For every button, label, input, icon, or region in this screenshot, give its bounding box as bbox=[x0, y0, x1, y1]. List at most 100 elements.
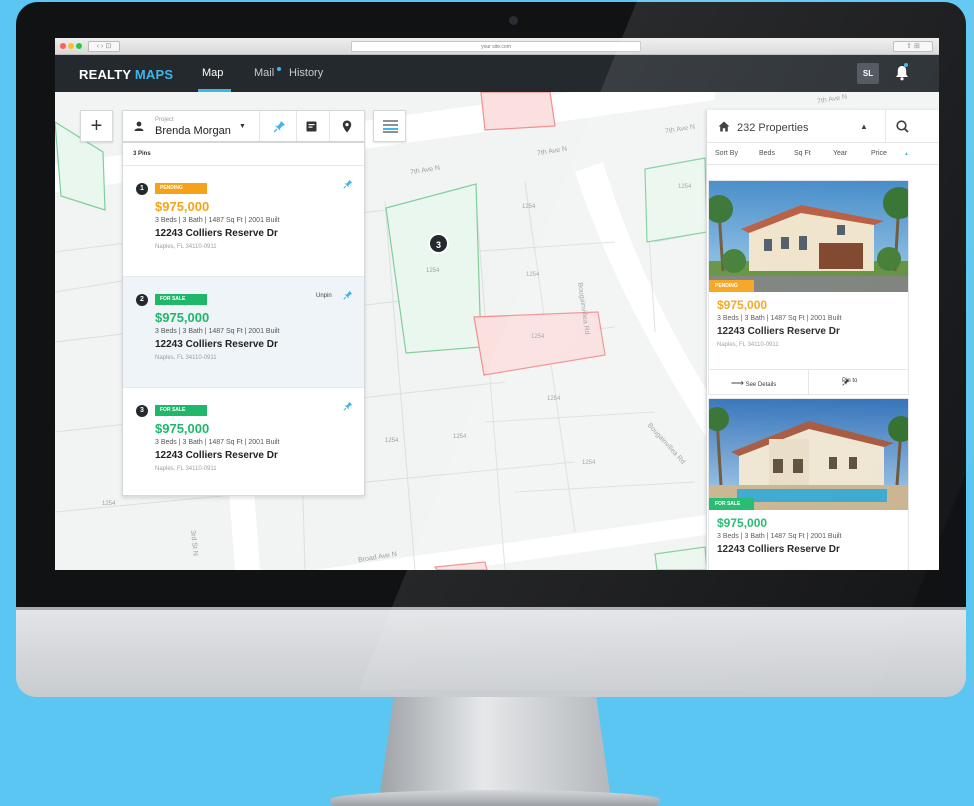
property-address: 12243 Colliers Reserve Dr bbox=[717, 326, 840, 337]
pin-card-1[interactable]: 1 PENDING $975,000 3 Beds | 3 Bath | 148… bbox=[123, 165, 364, 276]
notification-dot bbox=[904, 63, 908, 67]
property-price: $975,000 bbox=[717, 298, 768, 312]
property-actions: ⟶ See Details Pin to bbox=[709, 369, 908, 394]
parcel-label: 1254 bbox=[582, 460, 596, 466]
pin-number: 2 bbox=[136, 294, 148, 306]
monitor-chin-edge bbox=[16, 607, 966, 610]
search-button[interactable] bbox=[885, 110, 918, 143]
chevron-down-icon[interactable]: ▼ bbox=[239, 123, 246, 130]
pin-price: $975,000 bbox=[155, 421, 210, 436]
parcel-label: 1254 bbox=[453, 434, 467, 440]
map-marker-3[interactable]: 3 bbox=[428, 233, 449, 254]
project-name: Brenda Morgan bbox=[155, 125, 231, 137]
pin-price: $975,000 bbox=[155, 199, 210, 214]
status-badge: PENDING bbox=[155, 183, 207, 194]
arrow-right-icon: ⟶ bbox=[731, 378, 744, 388]
monitor-stand bbox=[380, 697, 610, 793]
url-bar[interactable]: your site.com bbox=[351, 41, 641, 52]
status-badge: FOR SALE bbox=[155, 294, 207, 305]
screen: ‹ › ⊡ your site.com ⇪ ⊞ REALTY MAPS Map … bbox=[55, 38, 939, 570]
see-details-button[interactable]: ⟶ See Details bbox=[731, 378, 776, 389]
logo-main: REALTY bbox=[79, 67, 132, 82]
sort-beds[interactable]: Beds bbox=[759, 150, 775, 157]
monitor-stand-foot bbox=[330, 790, 660, 806]
parcel-label: 1254 bbox=[522, 204, 536, 210]
pin-address: 12243 Colliers Reserve Dr bbox=[155, 450, 278, 461]
pin-city: Naples, FL 34110-0911 bbox=[155, 466, 217, 472]
pin-to-button[interactable]: Pin to bbox=[842, 378, 857, 386]
pin-specs: 3 Beds | 3 Bath | 1487 Sq Ft | 2001 Buil… bbox=[155, 328, 280, 335]
properties-header: 232 Properties ▲ bbox=[707, 110, 939, 143]
bell-icon[interactable] bbox=[895, 65, 909, 86]
property-specs: 3 Beds | 3 Bath | 1487 Sq Ft | 2001 Buil… bbox=[717, 315, 842, 322]
property-photo[interactable] bbox=[709, 181, 908, 292]
monitor-chin bbox=[16, 607, 966, 697]
properties-panel: 232 Properties ▲ Sort By Beds Sq Ft Year… bbox=[706, 110, 939, 570]
pins-count: 3 Pins bbox=[133, 151, 151, 157]
parcel-label: 1254 bbox=[678, 184, 692, 190]
pin-address: 12243 Colliers Reserve Dr bbox=[155, 228, 278, 239]
pin-city: Naples, FL 34110-0911 bbox=[155, 244, 217, 250]
property-specs: 3 Beds | 3 Bath | 1487 Sq Ft | 2001 Buil… bbox=[717, 533, 842, 540]
collapse-icon[interactable]: ▲ bbox=[860, 122, 868, 131]
tab-history[interactable]: History bbox=[289, 67, 323, 79]
add-button[interactable]: + bbox=[80, 110, 113, 142]
maximize-window-button[interactable] bbox=[76, 43, 82, 49]
status-badge: FOR SALE bbox=[709, 498, 754, 510]
parcel-label: 1254 bbox=[102, 501, 116, 507]
pin-card-3[interactable]: 3 FOR SALE $975,000 3 Beds | 3 Bath | 14… bbox=[123, 387, 364, 498]
properties-count-title: 232 Properties bbox=[737, 122, 809, 134]
property-city: Naples, FL 34110-0911 bbox=[717, 342, 779, 348]
browser-bar: ‹ › ⊡ your site.com ⇪ ⊞ bbox=[55, 38, 939, 55]
property-card[interactable]: PENDING $975,000 3 Beds | 3 Bath | 1487 … bbox=[708, 180, 909, 395]
layers-button[interactable] bbox=[373, 110, 406, 142]
pin-price: $975,000 bbox=[155, 310, 210, 325]
mail-unread-dot bbox=[277, 67, 281, 71]
pin-city: Naples, FL 34110-0911 bbox=[155, 355, 217, 361]
unpin-button[interactable]: Unpin bbox=[316, 293, 332, 299]
sort-sqft[interactable]: Sq Ft bbox=[794, 150, 811, 157]
project-label: Project bbox=[155, 117, 174, 123]
sort-year[interactable]: Year bbox=[833, 150, 847, 157]
minimize-window-button[interactable] bbox=[68, 43, 74, 49]
camera bbox=[509, 16, 518, 25]
divider bbox=[296, 111, 297, 141]
sort-direction-icon: ▲ bbox=[904, 151, 909, 157]
property-address: 12243 Colliers Reserve Dr bbox=[717, 544, 840, 555]
sort-label: Sort By bbox=[715, 150, 738, 157]
pin-specs: 3 Beds | 3 Bath | 1487 Sq Ft | 2001 Buil… bbox=[155, 217, 280, 224]
pin-card-2[interactable]: 2 FOR SALE Unpin $975,000 3 Beds | 3 Bat… bbox=[123, 276, 364, 387]
logo-accent: MAPS bbox=[134, 67, 174, 82]
browser-nav-buttons[interactable]: ‹ › ⊡ bbox=[88, 41, 120, 52]
divider bbox=[329, 111, 330, 141]
parcel-label: 1254 bbox=[531, 334, 545, 340]
property-price: $975,000 bbox=[717, 516, 768, 530]
sort-bar: Sort By Beds Sq Ft Year Price ▲ bbox=[707, 143, 939, 165]
close-window-button[interactable] bbox=[60, 43, 66, 49]
parcel-label: 1254 bbox=[547, 396, 561, 402]
parcel-label: 1254 bbox=[526, 272, 540, 278]
status-badge: PENDING bbox=[709, 280, 754, 292]
sort-price[interactable]: Price bbox=[871, 150, 887, 157]
status-badge: FOR SALE bbox=[155, 405, 207, 416]
user-avatar[interactable]: SL bbox=[857, 63, 879, 84]
map-canvas[interactable]: 1254 1254 1254 1254 1254 1254 1254 1254 … bbox=[55, 92, 939, 570]
see-details-label: See Details bbox=[745, 382, 777, 388]
pin-number: 1 bbox=[136, 183, 148, 195]
tab-mail[interactable]: Mail bbox=[254, 67, 274, 79]
property-photo[interactable] bbox=[709, 399, 908, 510]
parcel-label: 1254 bbox=[385, 438, 399, 444]
property-card[interactable]: FOR SALE $975,000 3 Beds | 3 Bath | 1487… bbox=[708, 398, 909, 570]
tab-map[interactable]: Map bbox=[202, 67, 223, 79]
project-selector[interactable]: Project Brenda Morgan ▼ bbox=[122, 110, 365, 142]
divider bbox=[808, 370, 809, 394]
pin-specs: 3 Beds | 3 Bath | 1487 Sq Ft | 2001 Buil… bbox=[155, 439, 280, 446]
parcel-label: 1254 bbox=[426, 268, 440, 274]
pin-address: 12243 Colliers Reserve Dr bbox=[155, 339, 278, 350]
browser-share-buttons[interactable]: ⇪ ⊞ bbox=[893, 41, 933, 52]
divider bbox=[259, 111, 260, 141]
app-header: REALTY MAPS Map Mail History SL bbox=[55, 55, 939, 92]
pins-panel: 3 Pins 1 PENDING $975,000 3 Beds | 3 Bat… bbox=[122, 142, 365, 496]
logo[interactable]: REALTY MAPS bbox=[79, 67, 173, 82]
pin-number: 3 bbox=[136, 405, 148, 417]
